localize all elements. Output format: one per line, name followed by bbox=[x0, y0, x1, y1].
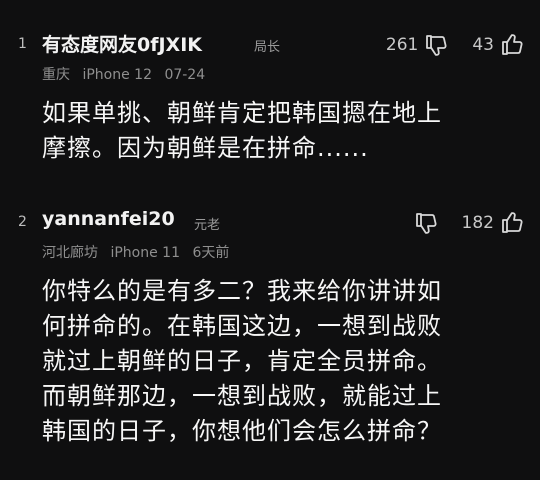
comment-text-line: 何拼命的。在韩国这边，一想到战败 bbox=[42, 312, 442, 340]
comment-text: 如果单挑、朝鲜肯定把韩国摁在地上 摩擦。因为朝鲜是在拼命...... bbox=[42, 96, 510, 166]
thumbs-up-icon[interactable] bbox=[500, 32, 526, 58]
comment-text-line: 如果单挑、朝鲜肯定把韩国摁在地上 bbox=[42, 99, 442, 127]
comment-username[interactable]: yannanfei20 bbox=[42, 208, 175, 230]
comment-device: iPhone 11 bbox=[110, 245, 180, 261]
user-role-badge: 元老 bbox=[194, 218, 221, 233]
like-count: 43 bbox=[472, 35, 494, 55]
comment-actions: 182 bbox=[408, 208, 526, 238]
comment-text-line: 摩擦。因为朝鲜是在拼命...... bbox=[42, 134, 369, 162]
comment-index: 2 bbox=[18, 214, 27, 230]
comment-time: 6天前 bbox=[192, 245, 230, 261]
thumbs-down-icon[interactable] bbox=[424, 32, 450, 58]
comment-text-line: 你特么的是有多二？我来给你讲讲如 bbox=[42, 277, 442, 305]
comment-text-line: 韩国的日子，你想他们会怎么拼命？ bbox=[42, 417, 442, 445]
comment-device: iPhone 12 bbox=[82, 67, 152, 83]
comment-text-line: 就过上朝鲜的日子，肯定全员拼命。 bbox=[42, 347, 442, 375]
comment-text-line: 而朝鲜那边，一想到战败，就能过上 bbox=[42, 382, 442, 410]
comment-index: 1 bbox=[18, 36, 27, 52]
thumbs-down-icon[interactable] bbox=[414, 210, 440, 236]
thumbs-up-icon[interactable] bbox=[500, 210, 526, 236]
comment-text: 你特么的是有多二？我来给你讲讲如 何拼命的。在韩国这边，一想到战败 就过上朝鲜的… bbox=[42, 274, 510, 449]
comment-meta: 河北廊坊 iPhone 11 6天前 bbox=[42, 242, 237, 262]
comment-time: 07-24 bbox=[164, 67, 206, 83]
like-count: 182 bbox=[461, 213, 494, 233]
comment-location: 河北廊坊 bbox=[42, 245, 98, 261]
dislike-count: 261 bbox=[385, 35, 419, 55]
user-role-badge: 局长 bbox=[254, 40, 281, 55]
comment-username[interactable]: 有态度网友0fJXIK bbox=[42, 30, 202, 57]
comment-meta: 重庆 iPhone 12 07-24 bbox=[42, 64, 213, 84]
comment-actions: 261 43 bbox=[386, 30, 526, 60]
comment-location: 重庆 bbox=[42, 67, 70, 83]
